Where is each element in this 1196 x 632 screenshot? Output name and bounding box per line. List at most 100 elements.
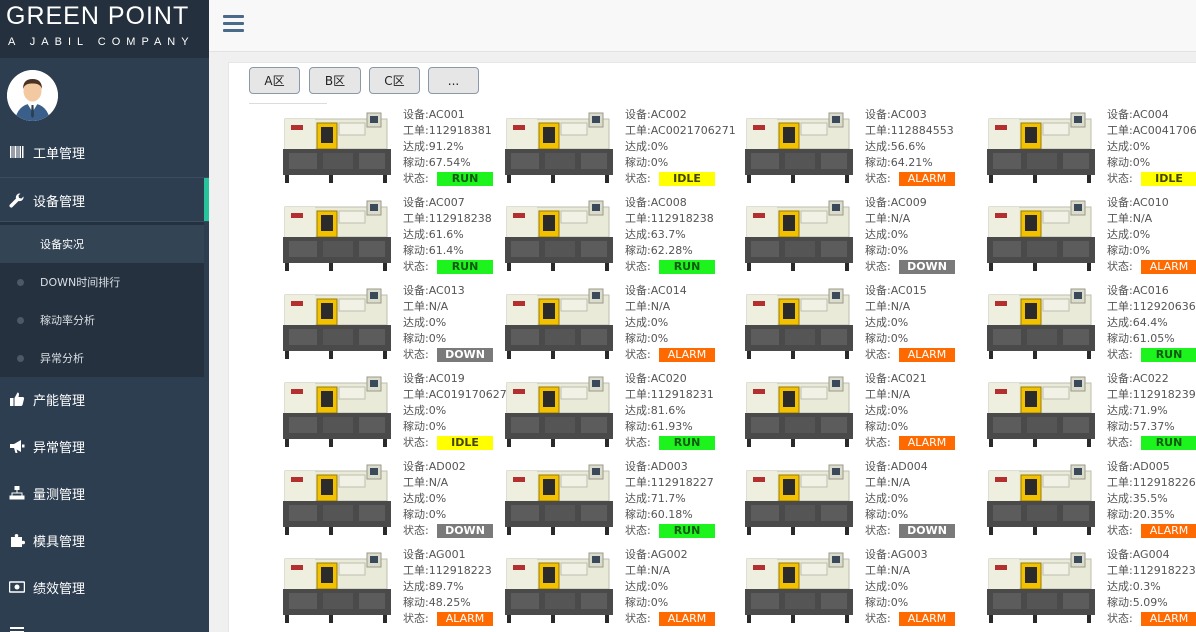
tab-zone-b[interactable]: B区 bbox=[309, 67, 361, 94]
company-logo[interactable]: GREEN POINT A JABIL COMPANY bbox=[0, 0, 209, 58]
work-order-number: AC019170627 bbox=[428, 388, 507, 401]
machine-util-line: 稼动:60.18% bbox=[625, 507, 714, 523]
achievement-rate: 0% bbox=[890, 228, 909, 241]
sidebar-item-mold[interactable]: 模具管理 bbox=[0, 518, 209, 562]
status-badge: DOWN bbox=[437, 348, 493, 362]
status-badge: RUN bbox=[659, 436, 715, 450]
machine-card-ac001[interactable]: 设备:AC001 工单:112918381 达成:91.2% 稼动:67.54%… bbox=[279, 107, 515, 193]
machine-card-ac009[interactable]: 设备:AC009 工单:N/A 达成:0% 稼动:0% 状态: DOWN bbox=[741, 195, 977, 281]
injection-molding-machine-icon bbox=[283, 552, 391, 623]
machine-card-ad005[interactable]: 设备:AD005 工单:112918226 达成:35.5% 稼动:20.35%… bbox=[983, 459, 1196, 545]
machine-card-ac007[interactable]: 设备:AC007 工单:112918238 达成:61.6% 稼动:61.4% … bbox=[279, 195, 515, 281]
machine-id-line: 设备:AG003 bbox=[865, 547, 928, 563]
sidebar-item-performance[interactable]: 绩效管理 bbox=[0, 565, 209, 609]
machine-image bbox=[983, 459, 1101, 537]
machine-info: 设备:AC008 工单:112918238 达成:63.7% 稼动:62.28%… bbox=[625, 195, 715, 275]
machine-status-line: 状态: DOWN bbox=[403, 523, 493, 539]
sidebar-subitem-utilization[interactable]: 稼动率分析 bbox=[0, 301, 204, 339]
machine-card-ad004[interactable]: 设备:AD004 工单:N/A 达成:0% 稼动:0% 状态: DOWN bbox=[741, 459, 977, 545]
sidebar-item-capacity[interactable]: 产能管理 bbox=[0, 377, 209, 421]
order-label: 工单: bbox=[625, 124, 651, 137]
sidebar-subitem-equipment-live[interactable]: 设备实况 bbox=[0, 225, 204, 263]
utilization-rate: 48.25% bbox=[428, 596, 471, 609]
machine-achieve-line: 达成:0% bbox=[625, 139, 736, 155]
machine-order-line: 工单:112920636 bbox=[1107, 299, 1196, 315]
machine-card-ac004[interactable]: 设备:AC004 工单:AC00417062 达成:0% 稼动:0% 状态: I… bbox=[983, 107, 1196, 193]
machine-card-ag004[interactable]: 设备:AG004 工单:112918223 达成:0.3% 稼动:5.09% 状… bbox=[983, 547, 1196, 632]
device-label: 设备: bbox=[1107, 372, 1133, 385]
machine-card-ac002[interactable]: 设备:AC002 工单:AC0021706271 达成:0% 稼动:0% 状态:… bbox=[501, 107, 737, 193]
machine-card-ac016[interactable]: 设备:AC016 工单:112920636 达成:64.4% 稼动:61.05%… bbox=[983, 283, 1196, 369]
machine-card-ac015[interactable]: 设备:AC015 工单:N/A 达成:0% 稼动:0% 状态: ALARM bbox=[741, 283, 977, 369]
injection-molding-machine-icon bbox=[283, 200, 391, 271]
machine-id: AC001 bbox=[428, 108, 465, 121]
machine-card-ac014[interactable]: 设备:AC014 工单:N/A 达成:0% 稼动:0% 状态: ALARM bbox=[501, 283, 737, 369]
sidebar-item-work-order[interactable]: 工单管理 bbox=[0, 130, 209, 174]
machine-card-ad002[interactable]: 设备:AD002 工单:N/A 达成:0% 稼动:0% 状态: DOWN bbox=[279, 459, 515, 545]
status-badge: RUN bbox=[659, 524, 715, 538]
sidebar-subitem-anomaly[interactable]: 异常分析 bbox=[0, 339, 204, 377]
machine-card-ac010[interactable]: 设备:AC010 工单:N/A 达成:0% 稼动:0% 状态: ALARM bbox=[983, 195, 1196, 281]
sidebar-item-more[interactable] bbox=[0, 610, 209, 632]
achieve-label: 达成: bbox=[403, 492, 429, 505]
machine-status-line: 状态: IDLE bbox=[625, 171, 736, 187]
util-label: 稼动: bbox=[403, 420, 429, 433]
machine-id-line: 设备:AC004 bbox=[1107, 107, 1196, 123]
sidebar-item-anomaly[interactable]: 异常管理 bbox=[0, 424, 209, 468]
machine-id-line: 设备:AC021 bbox=[865, 371, 927, 387]
order-label: 工单: bbox=[1107, 476, 1133, 489]
machine-image bbox=[983, 107, 1101, 185]
hamburger-menu-icon[interactable] bbox=[223, 15, 244, 33]
machine-card-ag001[interactable]: 设备:AG001 工单:112918223 达成:89.7% 稼动:48.25%… bbox=[279, 547, 515, 632]
tab-zone-a[interactable]: A区 bbox=[249, 67, 300, 94]
tab-more[interactable]: ... bbox=[428, 67, 479, 94]
machine-id: AD002 bbox=[428, 460, 466, 473]
order-label: 工单: bbox=[1107, 300, 1133, 313]
machine-util-line: 稼动:0% bbox=[403, 419, 507, 435]
work-order-number: N/A bbox=[890, 564, 911, 577]
machine-status-line: 状态: RUN bbox=[403, 259, 493, 275]
machine-card-ag002[interactable]: 设备:AG002 工单:N/A 达成:0% 稼动:0% 状态: ALARM bbox=[501, 547, 737, 632]
machine-id: AC021 bbox=[890, 372, 927, 385]
machine-card-ac022[interactable]: 设备:AC022 工单:112918239 达成:71.9% 稼动:57.37%… bbox=[983, 371, 1196, 457]
achievement-rate: 0% bbox=[650, 316, 669, 329]
injection-molding-machine-icon bbox=[505, 200, 613, 271]
machine-id: AC015 bbox=[890, 284, 927, 297]
machine-order-line: 工单:112918227 bbox=[625, 475, 714, 491]
achieve-label: 达成: bbox=[1107, 228, 1133, 241]
avatar[interactable] bbox=[7, 70, 58, 121]
machine-card-ac008[interactable]: 设备:AC008 工单:112918238 达成:63.7% 稼动:62.28%… bbox=[501, 195, 737, 281]
machine-status-line: 状态: ALARM bbox=[625, 347, 715, 363]
machine-id: AC004 bbox=[1132, 108, 1169, 121]
status-badge: ALARM bbox=[659, 348, 715, 362]
util-label: 稼动: bbox=[865, 508, 891, 521]
achieve-label: 达成: bbox=[625, 140, 651, 153]
achieve-label: 达成: bbox=[865, 140, 891, 153]
sidebar-subitem-label: 异常分析 bbox=[40, 352, 84, 365]
machine-card-ac019[interactable]: 设备:AC019 工单:AC019170627 达成:0% 稼动:0% 状态: … bbox=[279, 371, 515, 457]
injection-molding-machine-icon bbox=[745, 552, 853, 623]
work-order-number: 112918381 bbox=[428, 124, 492, 137]
machine-card-ad003[interactable]: 设备:AD003 工单:112918227 达成:71.7% 稼动:60.18%… bbox=[501, 459, 737, 545]
machine-card-ag003[interactable]: 设备:AG003 工单:N/A 达成:0% 稼动:0% 状态: ALARM bbox=[741, 547, 977, 632]
achievement-rate: 0% bbox=[890, 316, 909, 329]
machine-card-ac021[interactable]: 设备:AC021 工单:N/A 达成:0% 稼动:0% 状态: ALARM bbox=[741, 371, 977, 457]
machine-card-ac013[interactable]: 设备:AC013 工单:N/A 达成:0% 稼动:0% 状态: DOWN bbox=[279, 283, 515, 369]
tab-zone-c[interactable]: C区 bbox=[369, 67, 420, 94]
machine-util-line: 稼动:20.35% bbox=[1107, 507, 1196, 523]
sidebar-subitem-down-ranking[interactable]: DOWN时间排行 bbox=[0, 263, 204, 301]
machine-card-ac003[interactable]: 设备:AC003 工单:112884553 达成:56.6% 稼动:64.21%… bbox=[741, 107, 977, 193]
device-label: 设备: bbox=[865, 548, 891, 561]
achievement-rate: 63.7% bbox=[650, 228, 686, 241]
machine-achieve-line: 达成:91.2% bbox=[403, 139, 492, 155]
status-label: 状态: bbox=[403, 436, 429, 449]
machine-card-ac020[interactable]: 设备:AC020 工单:112918231 达成:81.6% 稼动:61.93%… bbox=[501, 371, 737, 457]
bullhorn-icon bbox=[10, 440, 25, 453]
machine-order-line: 工单:AC019170627 bbox=[403, 387, 507, 403]
sidebar-item-label: 绩效管理 bbox=[33, 581, 86, 597]
sidebar-item-equipment[interactable]: 设备管理 bbox=[0, 178, 209, 222]
order-label: 工单: bbox=[403, 212, 429, 225]
util-label: 稼动: bbox=[865, 596, 891, 609]
status-badge: RUN bbox=[659, 260, 715, 274]
sidebar-item-measurement[interactable]: 量测管理 bbox=[0, 471, 209, 515]
